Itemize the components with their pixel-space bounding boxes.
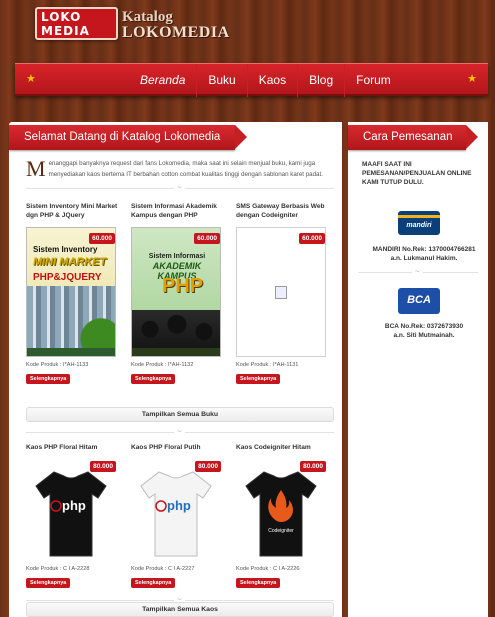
- shirt-logo-text: php: [167, 498, 191, 513]
- divider: ~: [26, 183, 334, 193]
- product-image[interactable]: Sistem Inventory MINI MARKET PHP&JQUERY …: [26, 227, 116, 357]
- product-image[interactable]: Sistem Informasi AKADEMIK KAMPUS PHP 60.…: [131, 227, 221, 357]
- price-badge: 80.000: [195, 461, 221, 472]
- tshirt-image: Codeigniter: [244, 470, 318, 558]
- detail-button[interactable]: Selengkapnya: [131, 578, 176, 588]
- product-card: Sistem Inventory Mini Market dgn PHP & J…: [26, 203, 120, 387]
- product-card: Kaos PHP Floral Hitam php 80.000 Kode Pr…: [26, 444, 120, 594]
- product-name[interactable]: Sistem Inventory Mini Market dgn PHP & J…: [26, 203, 122, 225]
- detail-button[interactable]: Selengkapnya: [131, 374, 176, 384]
- product-image[interactable]: php 80.000: [131, 456, 221, 564]
- cover-footer: [132, 348, 220, 356]
- broken-image-icon: [275, 286, 287, 299]
- welcome-title: Selamat Datang di Katalog Lokomedia: [9, 125, 247, 150]
- cover-title: Sistem Informasi: [148, 253, 206, 260]
- swirl-icon: ~: [174, 427, 185, 437]
- cover-title: Sistem Inventory: [33, 245, 98, 254]
- intro-text: enanggapi banyaknya request dari fans Lo…: [48, 160, 323, 178]
- price-badge: 60.000: [194, 233, 220, 244]
- tshirt-image: php: [139, 470, 213, 558]
- lokomedia-logo[interactable]: LOKO MEDIA: [35, 7, 118, 40]
- tshirt-image: php: [34, 470, 108, 558]
- product-image[interactable]: php 80.000: [26, 456, 116, 564]
- bank-account-owner: a.n. Siti Mutmainah.: [393, 332, 455, 339]
- bank-logo-text: mandiri: [406, 222, 432, 229]
- product-name[interactable]: Sistem Informasi Akademik Kampus dengan …: [131, 203, 227, 225]
- divider: ~: [358, 267, 478, 277]
- product-code: Kode Produk : I*AH-1133: [26, 362, 89, 368]
- product-code: Kode Produk : C I A-2226: [236, 566, 300, 572]
- bca-logo: BCA: [398, 288, 440, 314]
- product-card: SMS Gateway Berbasis Web dengan Codeigni…: [236, 203, 330, 387]
- price-badge: 80.000: [300, 461, 326, 472]
- bank-account-owner: a.n. Lukmanul Hakim.: [390, 255, 458, 262]
- logo-line-2: MEDIA: [41, 24, 90, 38]
- detail-button[interactable]: Selengkapnya: [236, 578, 281, 588]
- star-icon: ★: [467, 73, 477, 85]
- nav-item-blog[interactable]: Blog: [297, 64, 344, 97]
- order-notice: MAAFI SAAT INI PEMESANAN/PENJUALAN ONLIN…: [362, 161, 472, 186]
- brand-title: LOKOMEDIA: [122, 24, 230, 41]
- nav-item-forum[interactable]: Forum: [344, 64, 402, 97]
- sidebar: Cara Pemesanan MAAFI SAAT INI PEMESANAN/…: [348, 122, 488, 617]
- intro-dropcap: M: [26, 156, 46, 181]
- product-image[interactable]: 60.000: [236, 227, 326, 357]
- product-code: Kode Produk : I*AH-1132: [131, 362, 194, 368]
- price-badge: 60.000: [89, 233, 115, 244]
- main-content: Selamat Datang di Katalog Lokomedia Mena…: [9, 122, 342, 617]
- product-name[interactable]: SMS Gateway Berbasis Web dengan Codeigni…: [236, 203, 332, 225]
- product-code: Kode Produk : C I A-2227: [131, 566, 195, 572]
- product-card: Sistem Informasi Akademik Kampus dengan …: [131, 203, 225, 387]
- product-image[interactable]: Codeigniter 80.000: [236, 456, 326, 564]
- site-header: LOKO MEDIA Katalog LOKOMEDIA: [0, 0, 495, 64]
- shirt-logo-text: php: [62, 498, 86, 513]
- product-code: Kode Produk : I*AH-1131: [236, 362, 299, 368]
- logo-line-1: LOKO: [41, 10, 82, 24]
- nav-item-buku[interactable]: Buku: [196, 64, 246, 97]
- product-code: Kode Produk : C I A-2228: [26, 566, 90, 572]
- product-card: Kaos Codeigniter Hitam Codeigniter 80.00…: [236, 444, 330, 594]
- swirl-icon: ~: [412, 267, 423, 277]
- detail-button[interactable]: Selengkapnya: [26, 374, 71, 384]
- show-all-shirts-button[interactable]: Tampilkan Semua Kaos: [26, 602, 334, 617]
- main-navigation: ★ Beranda Buku Kaos Blog Forum ★: [15, 63, 488, 97]
- cover-bar: [27, 348, 115, 356]
- nav-item-beranda[interactable]: Beranda: [129, 64, 196, 97]
- divider: ~: [26, 427, 334, 437]
- cover-subtitle: MINI MARKET: [33, 256, 107, 268]
- swirl-icon: ~: [174, 183, 185, 193]
- nav-item-kaos[interactable]: Kaos: [246, 64, 297, 97]
- detail-button[interactable]: Selengkapnya: [236, 374, 281, 384]
- price-badge: 60.000: [299, 233, 325, 244]
- cover-plant: [77, 278, 115, 354]
- price-badge: 80.000: [90, 461, 116, 472]
- mandiri-logo: mandiri: [398, 211, 440, 235]
- intro-paragraph: Menanggapi banyaknya request dari fans L…: [26, 158, 334, 180]
- bank-logo-text: BCA: [407, 294, 431, 306]
- show-all-books-button[interactable]: Tampilkan Semua Buku: [26, 407, 334, 422]
- bank-account: MANDIRI No.Rek: 1370004766281: [372, 246, 476, 253]
- product-card: Kaos PHP Floral Putih php 80.000 Kode Pr…: [131, 444, 225, 594]
- star-icon: ★: [26, 73, 36, 85]
- detail-button[interactable]: Selengkapnya: [26, 578, 71, 588]
- sidebar-title: Cara Pemesanan: [348, 125, 478, 150]
- cover-tech: PHP: [162, 275, 204, 297]
- bank-account: BCA No.Rek: 0372673930: [384, 323, 464, 330]
- shirt-logo-text: Codeigniter: [268, 528, 294, 534]
